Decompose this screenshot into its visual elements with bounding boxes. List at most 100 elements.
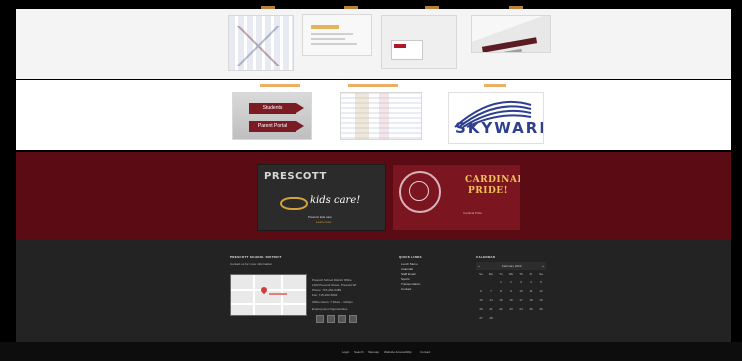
calendar-day[interactable]: 27 bbox=[476, 316, 486, 320]
quick-link[interactable]: Transportation bbox=[401, 282, 420, 286]
row1-label-1 bbox=[261, 6, 275, 9]
skyward-link[interactable]: SKYWARD bbox=[448, 92, 544, 144]
contact-subtitle: Contact us for more information bbox=[230, 262, 273, 266]
calendar-day[interactable]: 17 bbox=[516, 298, 526, 302]
calendar-day[interactable]: 14 bbox=[486, 298, 496, 302]
row1-label-4 bbox=[509, 6, 523, 9]
resource-thumb-presentation[interactable] bbox=[471, 15, 551, 53]
bottom-link-search[interactable]: Search bbox=[354, 350, 364, 354]
calendar-weekday: Tu bbox=[499, 272, 503, 276]
calendar-day[interactable]: 20 bbox=[476, 307, 486, 311]
calendar-day[interactable]: 9 bbox=[506, 289, 516, 293]
calendar-day[interactable]: 3 bbox=[516, 280, 526, 284]
car-icon bbox=[280, 197, 308, 210]
calendar-day[interactable]: 19 bbox=[536, 298, 546, 302]
row2-label-3 bbox=[484, 84, 506, 87]
calendar-day[interactable]: 28 bbox=[486, 316, 496, 320]
quick-link[interactable]: Sports bbox=[401, 277, 410, 281]
calendar-weekday: We bbox=[508, 272, 514, 276]
map-road bbox=[231, 303, 306, 305]
calendar-weekday: Mo bbox=[488, 272, 494, 276]
calendar-day[interactable]: 21 bbox=[486, 307, 496, 311]
calendar-day[interactable]: 11 bbox=[526, 289, 536, 293]
address-line: Office Hours: 7:30am - 4:00pm bbox=[312, 300, 353, 304]
calendar-next-button[interactable]: » bbox=[542, 264, 544, 268]
website-thumb-line bbox=[311, 38, 345, 40]
cardinal-banner-line2: PRIDE! bbox=[468, 186, 509, 196]
quick-link[interactable]: Calendar bbox=[401, 267, 413, 271]
calendar-day[interactable]: 15 bbox=[496, 298, 506, 302]
calendar-day[interactable]: 18 bbox=[526, 298, 536, 302]
calendar-day[interactable]: 26 bbox=[536, 307, 546, 311]
resource-thumb-spreadsheet[interactable] bbox=[340, 92, 422, 140]
quick-links-heading: QUICK LINKS bbox=[399, 255, 422, 259]
calendar-day[interactable]: 12 bbox=[536, 289, 546, 293]
facebook-icon[interactable] bbox=[316, 315, 324, 323]
parent-thumb-button bbox=[394, 44, 406, 48]
resource-thumb-students-parents[interactable]: Students Parent Portal bbox=[232, 92, 312, 140]
calendar-heading: CALENDAR bbox=[476, 255, 496, 259]
calendar-day[interactable]: 23 bbox=[506, 307, 516, 311]
calendar-weekday: Su bbox=[479, 272, 483, 276]
cardinal-banner-caption: Cardinal Pride bbox=[463, 211, 483, 215]
prescott-banner-learn-more: Learn more bbox=[316, 220, 332, 224]
calendar-day[interactable]: 10 bbox=[516, 289, 526, 293]
resource-thumb-parent-connect[interactable] bbox=[381, 15, 457, 69]
prescott-banner-title: PRESCOTT bbox=[264, 171, 327, 182]
prescott-banner-caption: Prescott kids care bbox=[308, 215, 332, 219]
calendar-day[interactable]: 5 bbox=[536, 280, 546, 284]
twitter-icon[interactable] bbox=[327, 315, 335, 323]
resource-row-top bbox=[16, 6, 731, 79]
resource-thumb-website[interactable] bbox=[302, 14, 372, 56]
page: Students Parent Portal SKYWARD PRESCOTT … bbox=[0, 0, 742, 361]
address-line[interactable]: Employment Opportunities bbox=[312, 307, 347, 311]
address-line: 1100 Prescott Street, Prescott WI bbox=[312, 283, 357, 287]
bottom-bar: Login Search Sitemap Website Accessibili… bbox=[0, 342, 742, 361]
prescott-kids-care-banner[interactable]: PRESCOTT kids care! Prescott kids care L… bbox=[257, 164, 386, 231]
website-thumb-line bbox=[311, 43, 357, 45]
map-pin-icon bbox=[259, 285, 269, 295]
skyward-logo-text: SKYWARD bbox=[455, 119, 544, 137]
website-thumb-line bbox=[311, 33, 353, 35]
calendar-day[interactable]: 1 bbox=[496, 280, 506, 284]
bottom-link-accessibility[interactable]: Website Accessibility bbox=[384, 350, 412, 354]
resource-thumb-schedule[interactable] bbox=[228, 15, 294, 71]
calendar-day[interactable]: 4 bbox=[526, 280, 536, 284]
calendar-day[interactable]: 6 bbox=[476, 289, 486, 293]
address-line: Fax: 715-262-5094 bbox=[312, 293, 338, 297]
parent-portal-arrow: Parent Portal bbox=[249, 121, 304, 132]
calendar-widget: « February 2022 » Su Mo Tu We Th Fr Sa 1 2 3 4 5 6 7 8… bbox=[476, 262, 546, 332]
calendar-day[interactable]: 2 bbox=[506, 280, 516, 284]
calendar-day[interactable]: 13 bbox=[476, 298, 486, 302]
calendar-weekday: Fr bbox=[529, 272, 533, 276]
calendar-day[interactable]: 8 bbox=[496, 289, 506, 293]
quick-link[interactable]: Staff Email bbox=[401, 272, 415, 276]
row1-label-2 bbox=[344, 6, 358, 9]
youtube-icon[interactable] bbox=[338, 315, 346, 323]
calendar-day[interactable]: 24 bbox=[516, 307, 526, 311]
parent-thumb-window bbox=[391, 40, 423, 60]
bottom-link-login[interactable]: Login bbox=[342, 350, 349, 354]
cardinal-banner-line1: CARDINAL bbox=[465, 175, 521, 185]
address-line: Phone: 715-262-5489 bbox=[312, 288, 342, 292]
website-thumb-bar bbox=[311, 25, 339, 29]
calendar-weekday: Th bbox=[519, 272, 523, 276]
calendar-day[interactable]: 22 bbox=[496, 307, 506, 311]
location-map[interactable] bbox=[230, 274, 307, 316]
map-road bbox=[253, 275, 255, 315]
calendar-day[interactable]: 16 bbox=[506, 298, 516, 302]
promo-banner-row: PRESCOTT kids care! Prescott kids care L… bbox=[16, 152, 731, 240]
bottom-link-contact[interactable]: Contact bbox=[420, 350, 430, 354]
quick-link[interactable]: Contact bbox=[401, 287, 411, 291]
bottom-link-sitemap[interactable]: Sitemap bbox=[368, 350, 379, 354]
instagram-icon[interactable] bbox=[349, 315, 357, 323]
cardinal-pride-banner[interactable]: CARDINAL PRIDE! Cardinal Pride bbox=[392, 164, 521, 231]
quick-link[interactable]: Lunch Menu bbox=[401, 262, 418, 266]
calendar-prev-button[interactable]: « bbox=[478, 264, 480, 268]
map-road bbox=[231, 289, 306, 291]
contact-heading: PRESCOTT SCHOOL DISTRICT bbox=[230, 255, 282, 259]
map-route bbox=[269, 293, 287, 295]
calendar-day[interactable]: 25 bbox=[526, 307, 536, 311]
resource-row-middle: Students Parent Portal SKYWARD bbox=[16, 80, 731, 150]
calendar-day[interactable]: 7 bbox=[486, 289, 496, 293]
